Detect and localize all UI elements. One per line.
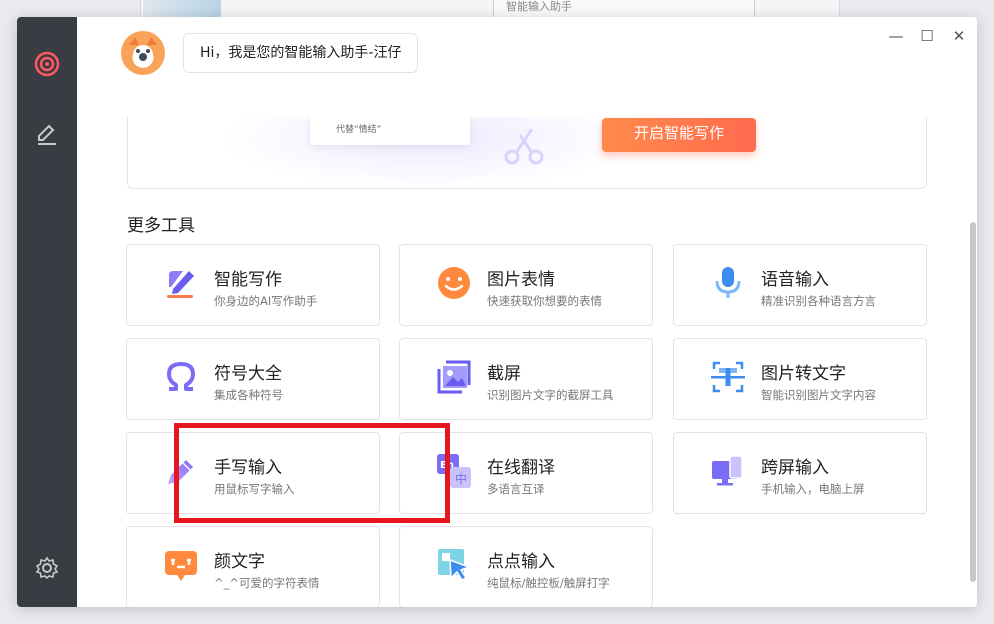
tool-name: 图片转文字	[761, 364, 846, 384]
tool-image-to-text[interactable]: 图片转文字 智能识别图片文字内容	[673, 338, 927, 420]
tool-desc: 智能识别图片文字内容	[761, 388, 876, 402]
scrollbar-thumb[interactable]	[970, 222, 976, 582]
tool-name: 截屏	[487, 364, 521, 384]
kaomoji-icon	[165, 551, 197, 581]
tool-desc: 纯鼠标/触控板/触屏打字	[487, 576, 610, 590]
tool-name: 点点输入	[487, 552, 555, 572]
tool-name: 语音输入	[761, 270, 829, 290]
tool-desc: ^_^可爱的字符表情	[214, 576, 320, 590]
tool-desc: 手机输入，电脑上屏	[761, 482, 865, 496]
tool-name: 在线翻译	[487, 458, 555, 478]
tool-name: 颜文字	[214, 552, 265, 572]
screenshot-icon	[437, 360, 471, 394]
tool-desc: 精准识别各种语言方言	[761, 294, 876, 308]
tool-desc: 快速获取你想要的表情	[487, 294, 602, 308]
tool-kaomoji[interactable]: 颜文字 ^_^可爱的字符表情	[126, 526, 380, 607]
tool-symbols[interactable]: 符号大全 集成各种符号	[126, 338, 380, 420]
ocr-icon	[711, 361, 745, 393]
edit-pen-icon[interactable]	[32, 119, 62, 149]
background-tab-label: 智能输入助手	[493, 0, 755, 18]
close-button[interactable]: ✕	[948, 25, 970, 47]
click-input-icon	[438, 549, 472, 581]
tool-name: 跨屏输入	[761, 458, 829, 478]
main-panel: — ☐ ✕ Hi，我是您的智能输入助手-汪仔 代替“情结” 开启智能写作 更多工…	[77, 17, 977, 607]
scissors-decoration-icon	[504, 128, 544, 165]
background-window: 智能输入助手	[140, 0, 840, 18]
settings-gear-icon[interactable]	[32, 553, 62, 583]
home-target-icon[interactable]	[32, 49, 62, 79]
banner-example-card: 代替“情结”	[310, 117, 470, 145]
tool-image-emoji[interactable]: 图片表情 快速获取你想要的表情	[399, 244, 653, 326]
smart-writing-banner: 代替“情结” 开启智能写作	[127, 117, 927, 189]
maximize-button[interactable]: ☐	[916, 25, 938, 47]
handwriting-highlight-box	[174, 423, 450, 523]
microphone-icon	[715, 267, 741, 298]
tool-name: 图片表情	[487, 270, 555, 290]
pen-write-icon	[167, 271, 194, 298]
start-smart-writing-button[interactable]: 开启智能写作	[602, 118, 756, 152]
tool-cross-screen[interactable]: 跨屏输入 手机输入，电脑上屏	[673, 432, 927, 514]
tool-desc: 你身边的AI写作助手	[214, 294, 318, 308]
sidebar	[17, 17, 77, 607]
tool-name: 符号大全	[214, 364, 282, 384]
omega-icon	[167, 362, 195, 391]
tool-desc: 集成各种符号	[214, 388, 283, 402]
more-tools-title: 更多工具	[127, 216, 195, 236]
tool-name: 智能写作	[214, 270, 282, 290]
svg-text:中: 中	[455, 471, 467, 486]
tool-voice-input[interactable]: 语音输入 精准识别各种语言方言	[673, 244, 927, 326]
assistant-window: — ☐ ✕ Hi，我是您的智能输入助手-汪仔 代替“情结” 开启智能写作 更多工…	[17, 17, 977, 607]
tool-desc: 识别图片文字的截屏工具	[487, 388, 614, 402]
cross-screen-icon	[712, 455, 743, 486]
minimize-button[interactable]: —	[885, 25, 907, 47]
tool-smart-writing[interactable]: 智能写作 你身边的AI写作助手	[126, 244, 380, 326]
assistant-greeting-bubble: Hi，我是您的智能输入助手-汪仔	[183, 33, 419, 73]
tool-desc: 多语言互译	[487, 482, 545, 496]
tool-screenshot[interactable]: 截屏 识别图片文字的截屏工具	[399, 338, 653, 420]
tool-click-input[interactable]: 点点输入 纯鼠标/触控板/触屏打字	[399, 526, 653, 607]
assistant-avatar	[121, 31, 165, 75]
background-thumbnail	[143, 0, 221, 18]
smiley-icon	[438, 267, 470, 299]
